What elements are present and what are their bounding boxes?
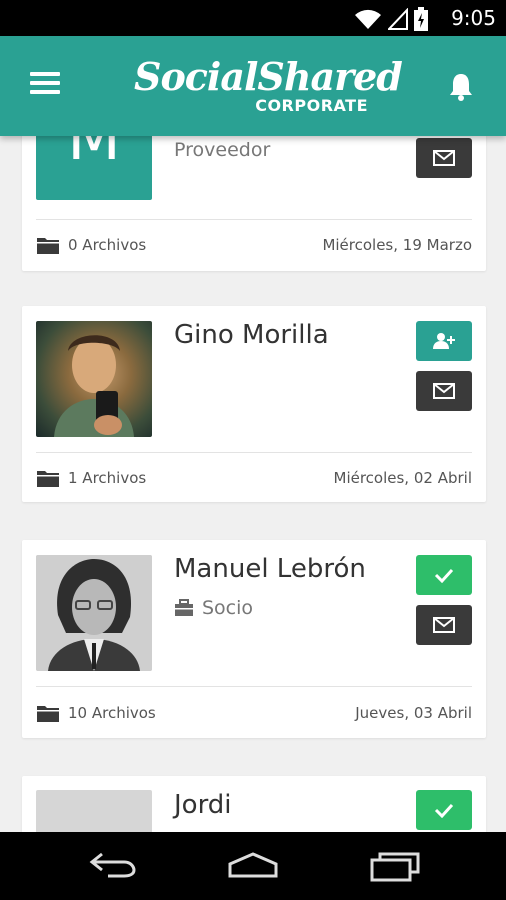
contact-name: Gino Morilla [174,320,329,350]
recent-apps-icon[interactable] [370,850,422,882]
folder-icon [37,238,59,254]
accepted-button[interactable] [416,790,472,830]
accepted-button[interactable] [416,555,472,595]
logo-sub: CORPORATE [255,96,368,115]
contact-date: Miércoles, 02 Abril [333,469,473,487]
contact-list[interactable]: M Proveedor 0 Archivos Miércoles, 19 Mar… [0,136,506,832]
files-label: 1 Archivos [68,469,147,487]
briefcase-icon [175,599,193,616]
contact-date: Miércoles, 19 Marzo [322,236,472,254]
check-icon [434,803,454,818]
home-icon[interactable] [226,850,280,880]
role-label: Proveedor [174,139,271,161]
avatar [36,555,152,671]
navigation-bar [0,832,506,900]
battery-icon [414,7,428,31]
contact-name: Manuel Lebrón [174,554,366,584]
files-label: 10 Archivos [68,704,156,722]
avatar [36,790,152,832]
bell-icon[interactable] [448,72,474,102]
avatar-photo [36,555,152,671]
app-logo: SocialShared CORPORATE [134,54,403,120]
folder-icon [37,471,59,487]
menu-icon[interactable] [30,72,60,100]
contact-card[interactable]: Manuel Lebrón Socio 10 Archivos Jueves, … [22,540,486,738]
message-button[interactable] [416,138,472,178]
files-label: 0 Archivos [68,236,147,254]
avatar [36,321,152,437]
contact-card[interactable]: Jordi [22,776,486,832]
contact-card[interactable]: M Proveedor 0 Archivos Miércoles, 19 Mar… [22,136,486,271]
app-bar: SocialShared CORPORATE [0,36,506,136]
mail-icon [433,383,455,399]
files-count[interactable]: 10 Archivos [36,703,156,723]
contact-role: Socio [174,597,253,619]
folder-icon [37,706,59,722]
contact-card[interactable]: Gino Morilla 1 Archivos Miércoles, 02 Ab… [22,306,486,502]
files-count[interactable]: 1 Archivos [36,468,146,488]
avatar: M [36,136,152,200]
message-button[interactable] [416,605,472,645]
role-label: Socio [202,597,254,619]
avatar-photo [54,335,134,437]
message-button[interactable] [416,371,472,411]
divider [36,686,472,687]
contact-date: Jueves, 03 Abril [355,704,472,722]
check-icon [434,568,454,583]
mail-icon [433,617,455,633]
files-count[interactable]: 0 Archivos [36,235,146,255]
clock: 9:05 [451,6,496,30]
add-contact-button[interactable] [416,321,472,361]
status-bar: 9:05 [0,0,506,36]
add-contact-icon [433,333,455,349]
contact-name: Jordi [174,790,232,820]
contact-role: Proveedor [174,139,270,161]
status-icons [354,7,428,31]
mail-icon [433,150,455,166]
back-icon[interactable] [88,850,138,880]
wifi-icon [355,9,381,29]
signal-icon [388,8,408,30]
divider [36,452,472,453]
avatar-initial: M [67,136,121,174]
logo-main: SocialShared [134,54,403,99]
divider [36,219,472,220]
